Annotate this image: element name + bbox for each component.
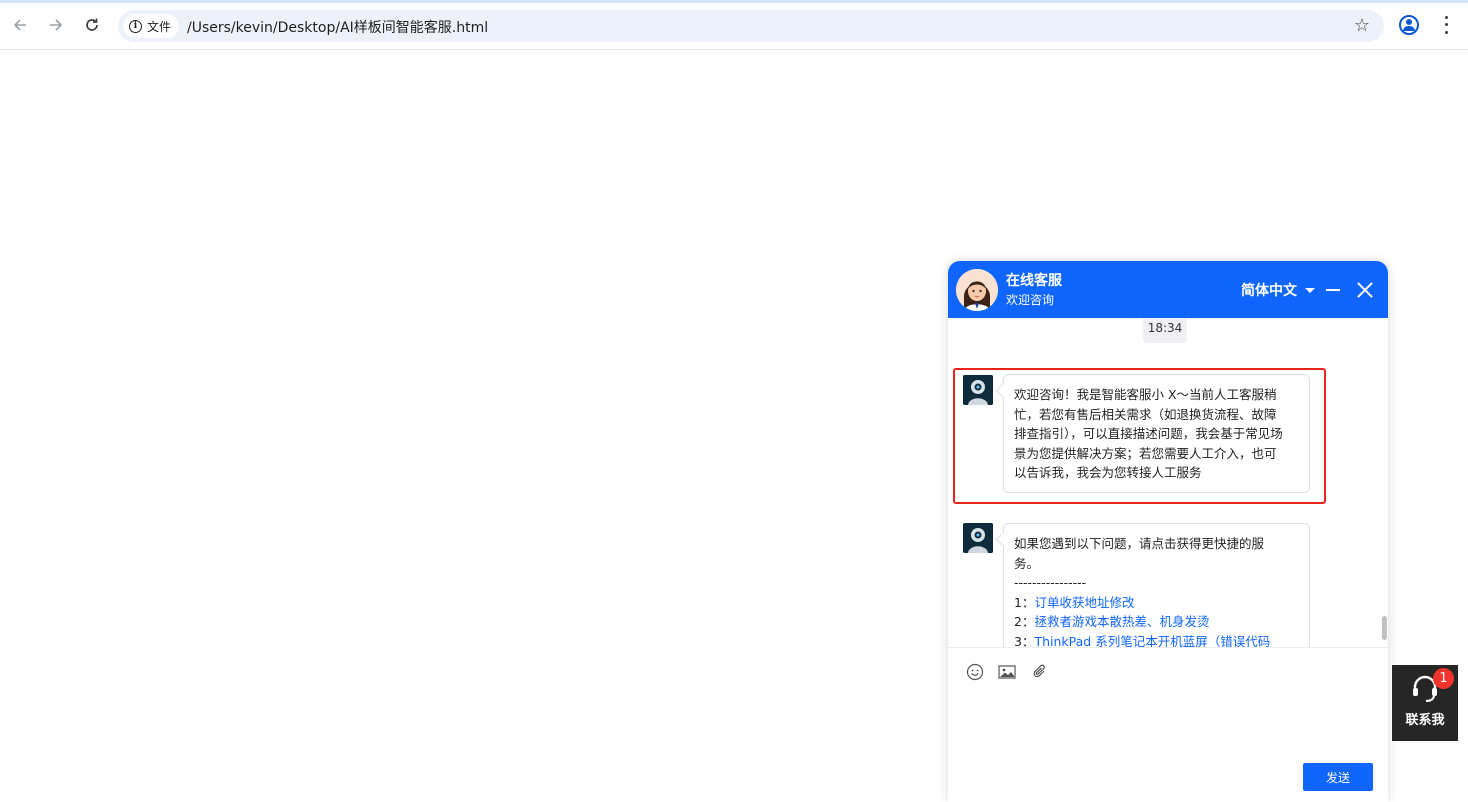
- chat-widget: 在线客服 欢迎咨询 简体中文 18:34 欢迎咨询！我是智能客服小 X～当前人工…: [948, 261, 1388, 802]
- caret-down-icon: [1305, 287, 1315, 293]
- reload-icon[interactable]: [79, 12, 105, 38]
- attachment-icon[interactable]: [1030, 662, 1050, 682]
- browser-menu-icon[interactable]: [1438, 14, 1454, 36]
- input-area[interactable]: 发送: [948, 647, 1388, 802]
- contact-label: 联系我: [1405, 713, 1445, 728]
- bookmark-star-icon[interactable]: ☆: [1354, 15, 1370, 36]
- chat-title: 在线客服: [1006, 273, 1062, 289]
- quick-option[interactable]: 2：拯救者游戏本散热差、机身发烫: [1014, 612, 1299, 632]
- profile-icon[interactable]: [1399, 15, 1419, 35]
- scrollbar-thumb[interactable]: [1382, 616, 1387, 640]
- message-bubble: 如果您遇到以下问题，请点击获得更快捷的服 务。 ----------------…: [1003, 523, 1310, 647]
- emoji-icon[interactable]: [965, 662, 985, 682]
- info-icon: i: [129, 19, 142, 33]
- send-button[interactable]: 发送: [1303, 763, 1373, 791]
- message-line: 务。: [1014, 555, 1040, 571]
- site-info-chip[interactable]: i 文件: [123, 14, 180, 38]
- tab-strip: [0, 0, 1468, 3]
- quick-link[interactable]: ThinkPad 系列笔记本开机蓝屏（错误代码: [1034, 634, 1270, 648]
- site-info-label: 文件: [147, 19, 172, 34]
- message-line: 如果您遇到以下问题，请点击获得更快捷的服: [1014, 536, 1265, 551]
- image-icon[interactable]: [997, 662, 1017, 682]
- browser-toolbar: i 文件 /Users/kevin/Desktop/AI样板间智能客服.html…: [0, 0, 1468, 50]
- highlight-box: [953, 368, 1326, 504]
- agent-avatar: [956, 269, 998, 311]
- chat-subtitle: 欢迎咨询: [1006, 293, 1055, 307]
- quick-link[interactable]: 订单收获地址修改: [1034, 595, 1134, 610]
- message-timestamp: 18:34: [1143, 318, 1187, 343]
- option-number: 3：: [1014, 633, 1035, 648]
- language-selector[interactable]: 简体中文: [1241, 280, 1315, 300]
- close-icon[interactable]: [1356, 281, 1374, 299]
- notification-badge: 1: [1433, 668, 1454, 689]
- back-icon[interactable]: [7, 12, 33, 38]
- language-label: 简体中文: [1241, 283, 1297, 299]
- divider-text: ----------------: [1014, 575, 1087, 590]
- quick-option[interactable]: 1：订单收获地址修改: [1014, 593, 1299, 613]
- minimize-icon[interactable]: [1326, 289, 1340, 291]
- option-number: 2：: [1014, 614, 1035, 629]
- url-text[interactable]: /Users/kevin/Desktop/AI样板间智能客服.html: [187, 17, 488, 37]
- quick-option[interactable]: 3：ThinkPad 系列笔记本开机蓝屏（错误代码: [1014, 632, 1299, 648]
- address-bar[interactable]: i 文件 /Users/kevin/Desktop/AI样板间智能客服.html…: [118, 10, 1384, 42]
- forward-icon[interactable]: [43, 12, 69, 38]
- quick-link[interactable]: 拯救者游戏本散热差、机身发烫: [1034, 614, 1209, 629]
- chat-header: 在线客服 欢迎咨询 简体中文: [948, 261, 1388, 318]
- bot-avatar: [963, 523, 993, 553]
- message-list[interactable]: 18:34 欢迎咨询！我是智能客服小 X～当前人工客服稍 忙，若您有售后相关需求…: [948, 318, 1388, 647]
- option-number: 1：: [1014, 594, 1035, 610]
